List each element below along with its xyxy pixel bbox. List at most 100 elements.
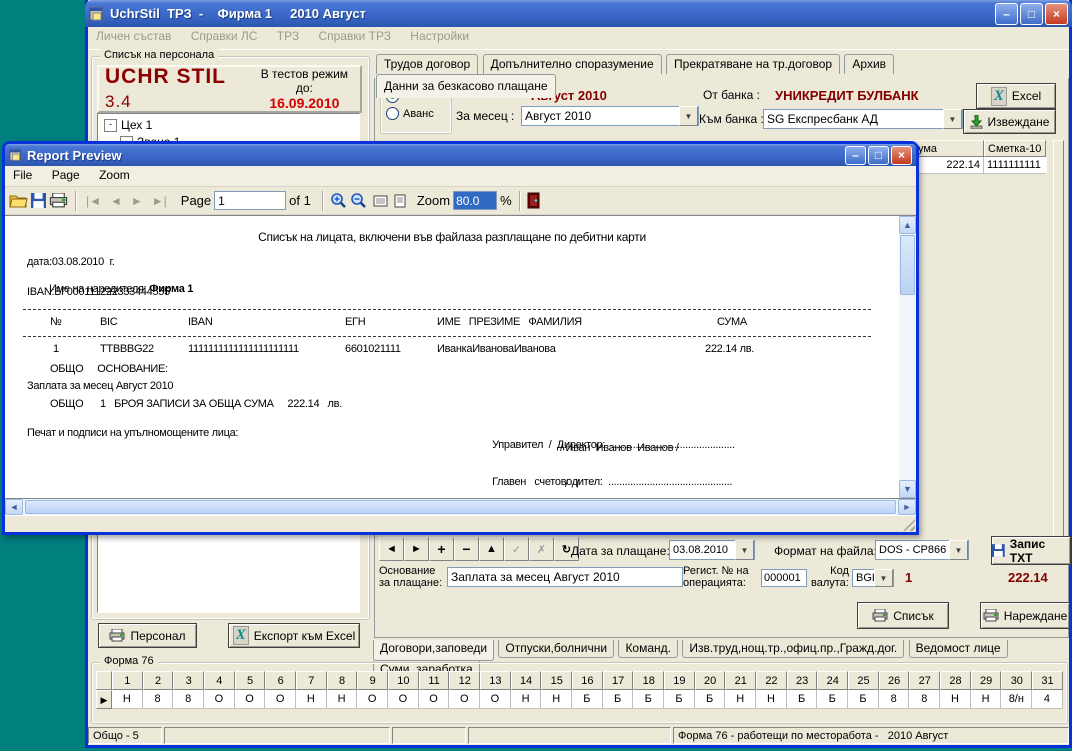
reason-input[interactable] [447,567,683,587]
file-format-combo[interactable]: DOS - CP866 ▼ [875,540,969,560]
chevron-down-icon[interactable]: ▼ [874,569,893,587]
chevron-down-icon[interactable]: ▼ [735,540,754,560]
export-excel-button[interactable]: X Експорт към Excel [228,623,360,648]
menu-spravki-trz[interactable]: Справки ТРЗ [310,27,399,45]
forma76-day-value[interactable]: Н [112,690,143,709]
forma76-day-value[interactable]: 4 [1032,690,1063,709]
regnum-input[interactable] [761,569,807,587]
chevron-down-icon[interactable]: ▼ [679,106,698,126]
tree-item-ceh[interactable]: - Цех 1 [98,114,359,132]
main-titlebar[interactable]: UchrStil ТРЗ - Фирма 1 2010 Август – □ × [85,0,1072,27]
pay-date-combo[interactable]: 03.08.2010 ▼ [669,540,755,560]
forma76-day-value[interactable]: Б [695,690,726,709]
close-button[interactable]: × [1045,3,1068,25]
menu-trz[interactable]: ТРЗ [269,27,307,45]
fit-width-icon[interactable] [373,194,388,208]
last-page-button[interactable]: ►| [149,194,170,208]
forma76-day-value[interactable]: Б [603,690,634,709]
btab-komand[interactable]: Команд. [618,640,678,658]
chevron-down-icon[interactable]: ▼ [949,540,968,560]
open-folder-icon[interactable] [9,193,28,208]
menu-page[interactable]: Page [44,166,88,184]
forma76-day-value[interactable]: Н [940,690,971,709]
order-button[interactable]: Нареждане [980,602,1070,629]
nav-prev-button[interactable]: ◄ [379,537,404,561]
forma76-day-value[interactable]: О [204,690,235,709]
forma76-day-value[interactable]: О [357,690,388,709]
maximize-button[interactable]: □ [1020,3,1043,25]
save-txt-button[interactable]: Запис TXT [991,536,1071,565]
maximize-button[interactable]: □ [868,146,889,165]
tab-danni-bezkasovo[interactable]: Данни за безкасово плащане [376,74,556,98]
nav-next-button[interactable]: ► [404,537,429,561]
nav-edit-button[interactable]: ▲ [479,537,504,561]
exit-door-icon[interactable] [527,192,540,209]
btab-dogovori[interactable]: Договори,заповеди [373,640,494,661]
scroll-thumb[interactable] [900,235,915,295]
menu-zoom[interactable]: Zoom [91,166,138,184]
resize-grip[interactable] [903,519,915,531]
menu-lichen-sastav[interactable]: Личен състав [88,27,179,45]
radio-advance[interactable]: Аванс [381,103,451,120]
scroll-down-icon[interactable]: ▼ [899,480,916,498]
forma76-day-value[interactable]: Б [572,690,603,709]
forma76-day-value[interactable]: 8 [909,690,940,709]
vertical-scrollbar[interactable]: ▲ ▼ [899,216,916,498]
list-button[interactable]: Списък [857,602,949,629]
nav-post-button[interactable]: ✓ [504,537,529,561]
forma76-day-value[interactable]: Б [787,690,818,709]
zoom-out-icon[interactable] [350,192,367,209]
tab-arhiv[interactable]: Архив [844,54,894,74]
forma76-day-value[interactable]: Б [633,690,664,709]
personal-button[interactable]: Персонал [98,623,197,648]
minimize-button[interactable]: – [845,146,866,165]
forma76-day-value[interactable]: О [480,690,511,709]
export-button[interactable]: Извеждане [963,109,1056,134]
grid-val-smetka[interactable]: 1111111111 [984,157,1046,174]
nav-delete-button[interactable]: − [454,537,479,561]
print-icon[interactable] [49,193,68,208]
page-input[interactable] [214,191,286,210]
forma76-day-value[interactable]: Н [971,690,1002,709]
forma76-day-value[interactable]: Н [296,690,327,709]
for-month-combo[interactable]: Август 2010 ▼ [521,106,699,126]
menu-nastroyki[interactable]: Настройки [402,27,477,45]
zoom-in-icon[interactable] [330,192,347,209]
forma76-day-value[interactable]: Н [541,690,572,709]
currency-combo[interactable]: BGL ▼ [852,569,894,587]
forma76-day-value[interactable]: Б [664,690,695,709]
forma76-day-value[interactable]: О [419,690,450,709]
forma76-day-value[interactable]: Н [725,690,756,709]
menu-file[interactable]: File [5,166,40,184]
scroll-thumb[interactable] [25,500,896,514]
menu-spravki-ls[interactable]: Справки ЛС [183,27,266,45]
minimize-button[interactable]: – [995,3,1018,25]
prev-page-button[interactable]: ◄ [107,194,125,208]
nav-cancel-button[interactable]: ✗ [529,537,554,561]
forma76-day-value[interactable]: Н [511,690,542,709]
nav-insert-button[interactable]: + [429,537,454,561]
forma76-day-value[interactable]: 8/н [1001,690,1032,709]
grid-scrollbar[interactable] [1053,140,1064,538]
whole-page-icon[interactable] [394,194,406,208]
btab-vedomost[interactable]: Ведомост лице [909,640,1008,658]
to-bank-combo[interactable]: SG Експресбанк АД ▼ [763,109,963,129]
forma76-day-value[interactable]: Б [817,690,848,709]
close-button[interactable]: × [891,146,912,165]
radio-unselected-icon[interactable] [386,107,399,120]
first-page-button[interactable]: |◄ [83,194,104,208]
scroll-right-icon[interactable]: ► [898,499,916,515]
excel-button[interactable]: X Excel [976,83,1056,109]
btab-otpuski[interactable]: Отпуски,болнични [498,640,614,658]
forma76-day-value[interactable]: Н [756,690,787,709]
forma76-day-value[interactable]: 8 [143,690,174,709]
tab-dopalnitelno-sporazumenie[interactable]: Допълнително споразумение [483,54,662,74]
forma76-day-value[interactable]: О [449,690,480,709]
chevron-down-icon[interactable]: ▼ [943,109,962,129]
forma76-day-value[interactable]: Б [848,690,879,709]
scroll-up-icon[interactable]: ▲ [899,216,916,234]
zoom-input[interactable] [453,191,497,210]
forma76-day-value[interactable]: О [235,690,266,709]
btab-izv-trud[interactable]: Изв.труд,нощ.тр.,офиц.пр.,Гражд.дог. [682,640,904,658]
tree-collapse-icon[interactable]: - [104,119,117,132]
